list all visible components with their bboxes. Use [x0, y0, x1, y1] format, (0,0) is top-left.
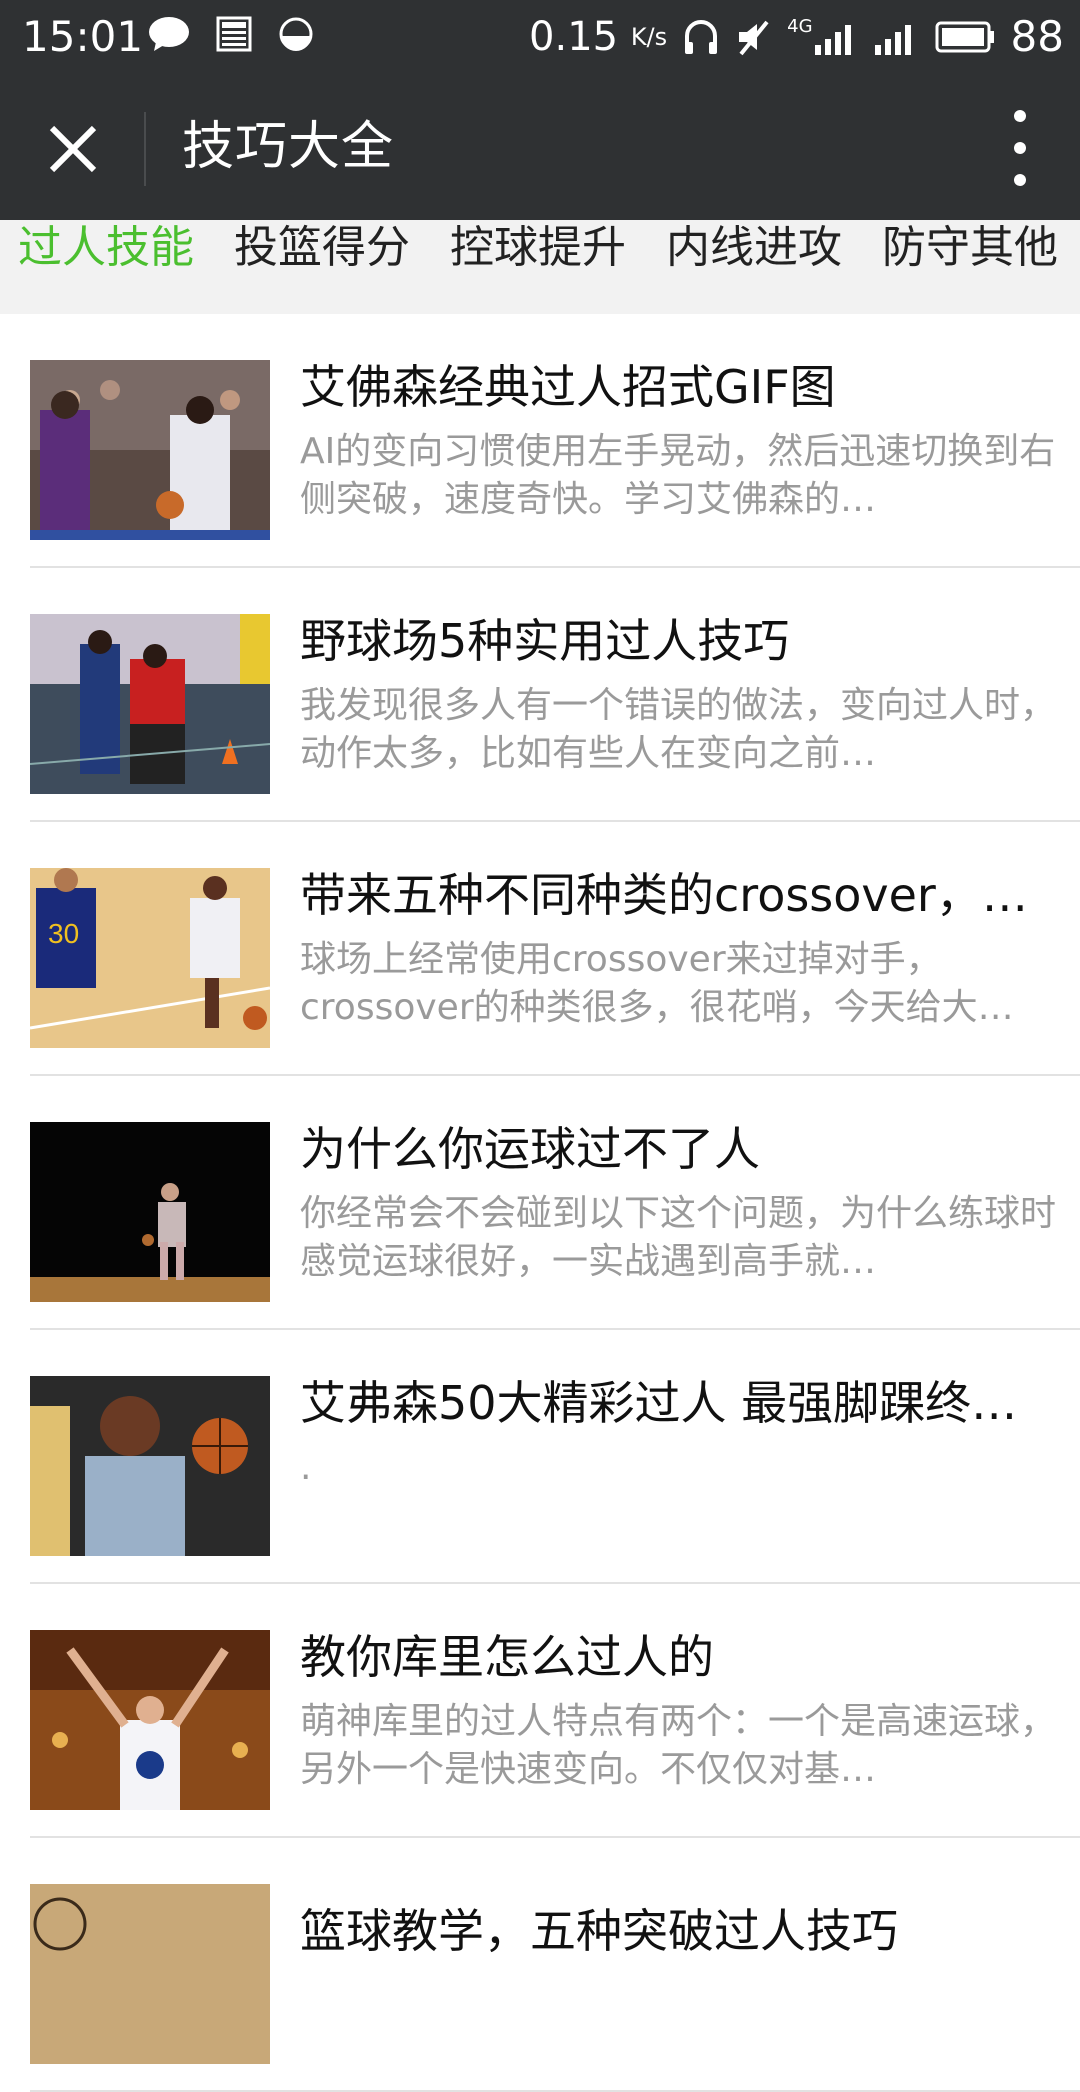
tab-dribble[interactable]: 过人技能	[18, 220, 194, 278]
article-title: 篮球教学，五种突破过人技巧	[300, 1904, 898, 1958]
article-title: 教你库里怎么过人的	[300, 1630, 714, 1684]
notification-icons	[148, 16, 314, 52]
signal-icon	[814, 25, 851, 55]
article-thumbnail	[30, 1884, 270, 2064]
article-description: AI的变向习惯使用左手晃动，然后迅速切换到右侧突破，速度奇快。学习艾佛森的…	[300, 431, 1056, 520]
article-description: 球场上经常使用crossover来过掉对手，crossover的种类很多，很花哨…	[300, 939, 1014, 1028]
close-icon	[49, 125, 97, 173]
article-title: 艾佛森经典过人招式GIF图	[300, 360, 836, 414]
article-thumbnail: 30	[30, 868, 270, 1048]
more-dot-icon	[1014, 174, 1026, 186]
article-thumbnail	[30, 1122, 270, 1302]
page-title: 技巧大全	[182, 117, 395, 177]
article-description: .	[300, 1447, 312, 1488]
tab-shooting[interactable]: 投篮得分	[234, 220, 410, 278]
article-thumbnail	[30, 360, 270, 540]
article-title: 艾弗森50大精彩过人 最强脚踝终…	[300, 1376, 1018, 1430]
battery-level: 88	[1010, 12, 1064, 61]
list-item[interactable]: 艾佛森经典过人招式GIF图 AI的变向习惯使用左手晃动，然后迅速切换到右侧突破，…	[30, 314, 1080, 568]
more-dot-icon	[1014, 142, 1026, 154]
article-description: 我发现很多人有一个错误的做法，变向过人时，动作太多，比如有些人在变向之前…	[300, 685, 1057, 774]
status-time: 15:01	[22, 12, 144, 61]
tab-post-offense[interactable]: 内线进攻	[666, 220, 842, 278]
news-icon	[216, 16, 252, 52]
network-type: 4G	[787, 16, 813, 37]
article-title: 带来五种不同种类的crossover，…	[300, 868, 1028, 922]
svg-text:30: 30	[48, 918, 79, 949]
list-item[interactable]: 教你库里怎么过人的 萌神库里的过人特点有两个：一个是高速运球，另外一个是快速变向…	[30, 1584, 1080, 1838]
article-thumbnail	[30, 1630, 270, 1810]
status-right: 0.15 K/s 4G 88	[529, 12, 1064, 62]
list-item[interactable]: 篮球教学，五种突破过人技巧	[30, 1838, 1080, 2092]
title-divider	[144, 112, 146, 186]
tab-defense-other[interactable]: 防守其他	[882, 220, 1058, 278]
chat-bubble-icon	[149, 17, 189, 51]
tab-ball-handling[interactable]: 控球提升	[450, 220, 626, 278]
headphones-icon	[685, 20, 718, 54]
article-description: 萌神库里的过人特点有两个：一个是高速运球，另外一个是快速变向。不仅仅对基…	[300, 1701, 1057, 1790]
title-bar: 技巧大全	[0, 74, 1080, 220]
list-item[interactable]: 野球场5种实用过人技巧 我发现很多人有一个错误的做法，变向过人时，动作太多，比如…	[30, 568, 1080, 822]
article-title: 为什么你运球过不了人	[300, 1122, 760, 1176]
status-bar: 15:01 0.15 K/s 4G 88	[0, 0, 1080, 74]
mute-icon	[739, 20, 769, 56]
close-button[interactable]	[38, 114, 108, 184]
signal-icon-2	[874, 25, 911, 55]
article-title: 野球场5种实用过人技巧	[300, 614, 790, 668]
article-thumbnail	[30, 614, 270, 794]
more-menu-button[interactable]	[1008, 110, 1032, 186]
article-thumbnail	[30, 1376, 270, 1556]
list-item[interactable]: 艾弗森50大精彩过人 最强脚踝终… .	[30, 1330, 1080, 1584]
list-item[interactable]: 30 带来五种不同种类的crossover，… 球场上经常使用crossover…	[30, 822, 1080, 1076]
article-description: 你经常会不会碰到以下这个问题，为什么练球时感觉运球很好，一实战遇到高手就…	[300, 1193, 1057, 1282]
list-item[interactable]: 为什么你运球过不了人 你经常会不会碰到以下这个问题，为什么练球时感觉运球很好，一…	[30, 1076, 1080, 1330]
category-tabs: 过人技能 投篮得分 控球提升 内线进攻 防守其他	[0, 220, 1080, 314]
more-dot-icon	[1014, 110, 1026, 122]
half-circle-icon	[279, 17, 313, 51]
battery-icon	[935, 21, 994, 53]
network-speed: 0.15 K/s	[529, 14, 668, 60]
